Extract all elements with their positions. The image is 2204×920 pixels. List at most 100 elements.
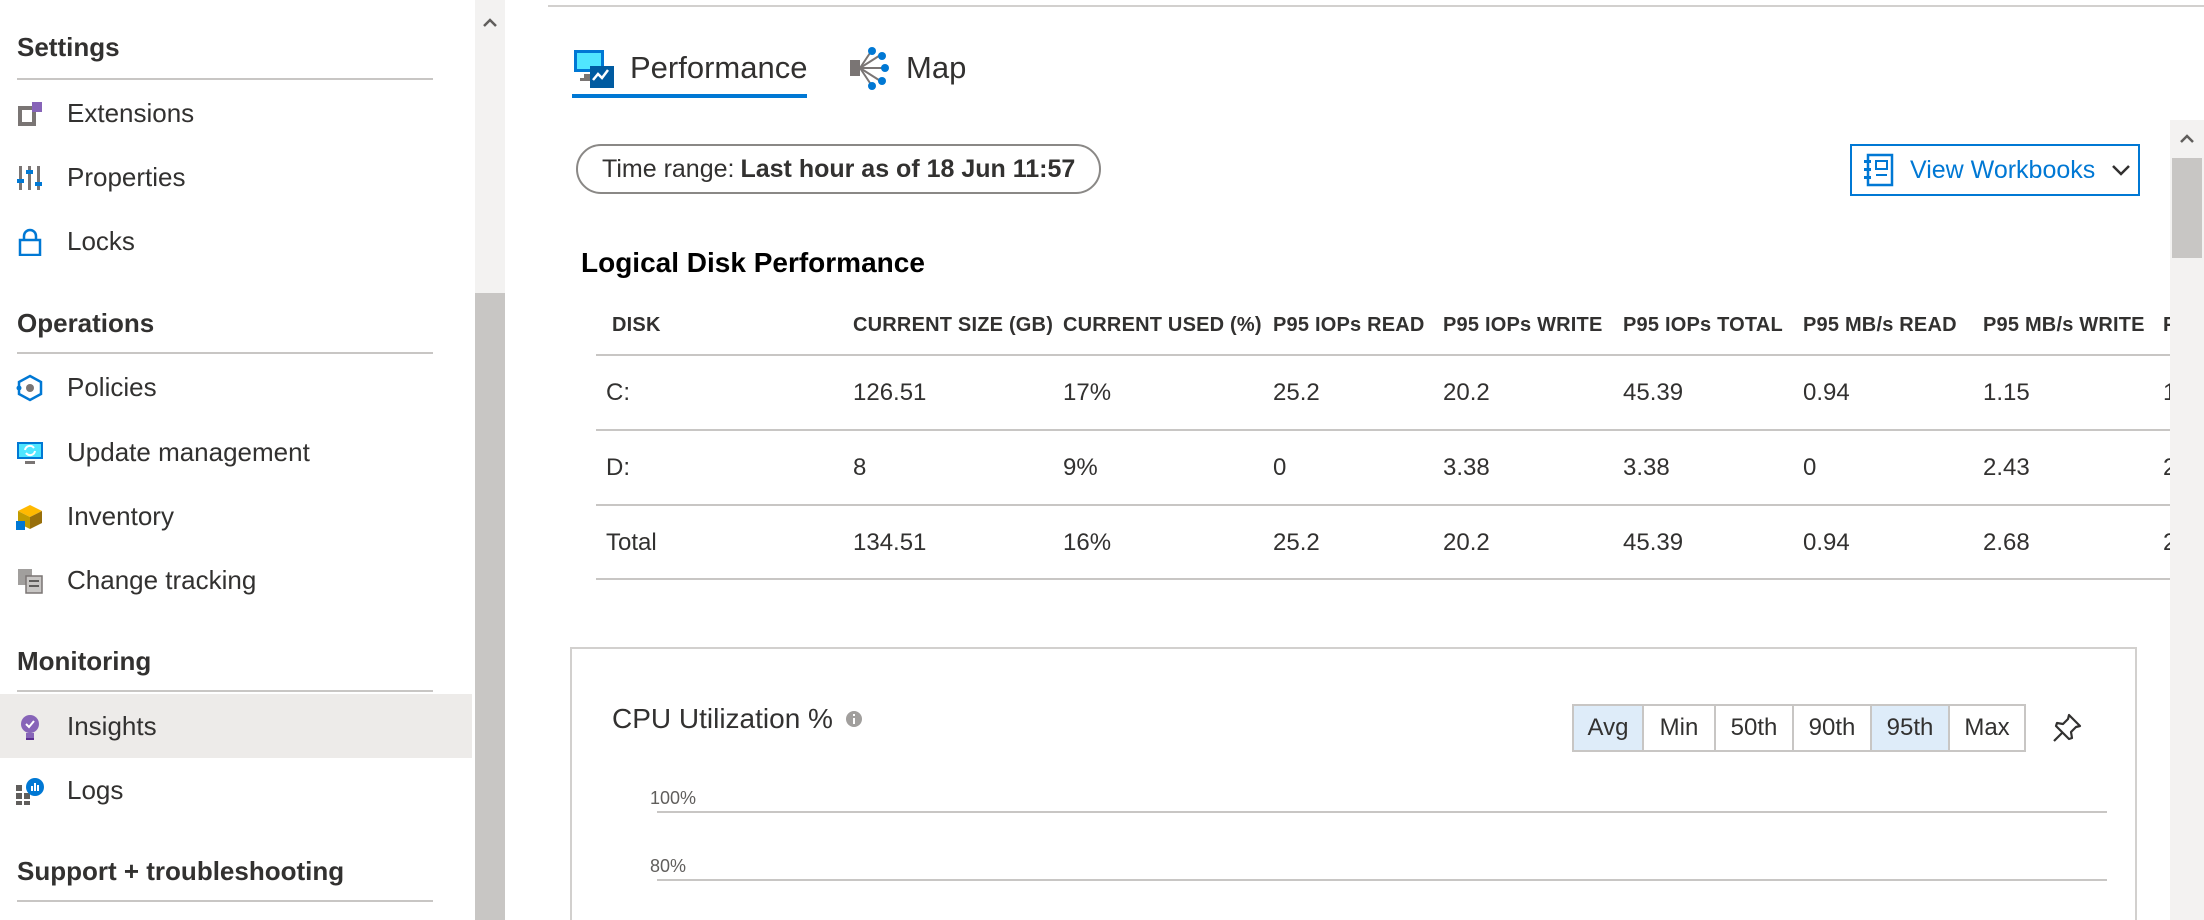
aggregation-selector: Avg Min 50th 90th 95th Max (1572, 704, 2026, 752)
table-cell: 0 (1273, 454, 1287, 481)
table-cell: 1 (2163, 379, 2170, 406)
lock-icon (18, 228, 42, 256)
cpu-title-text: CPU Utilization % (612, 703, 833, 734)
view-workbooks-button[interactable]: View Workbooks (1850, 144, 2140, 196)
section-header-support: Support + troubleshooting (17, 856, 345, 886)
column-header[interactable]: P95 MB/s WRITE (1983, 295, 2145, 355)
section-divider (17, 352, 433, 354)
column-header[interactable]: P95 IOPs WRITE (1443, 295, 1603, 355)
chart-gridline (657, 811, 2107, 813)
table-cell: 25.2 (1273, 379, 1320, 406)
table-header-row: DISK CURRENT SIZE (GB) CURRENT USED (%) … (596, 295, 2170, 355)
nav-label: Extensions (67, 97, 195, 128)
column-header[interactable]: P (2163, 295, 2170, 355)
pin-icon[interactable] (2050, 711, 2084, 745)
aggregation-min-button[interactable]: Min (1644, 706, 1716, 750)
cpu-utilization-card: CPU Utilization % Avg Min 50th 90th 95th… (570, 647, 2137, 920)
column-header[interactable]: P95 IOPs TOTAL (1623, 295, 1783, 355)
sidebar-scrollbar[interactable] (475, 0, 505, 920)
table-cell: 20.2 (1443, 379, 1490, 406)
table-cell: 3.38 (1623, 454, 1670, 481)
table-row[interactable]: D: 8 9% 0 3.38 3.38 0 2.43 2 (596, 431, 2170, 505)
logs-icon (16, 778, 44, 805)
column-header[interactable]: CURRENT SIZE (GB) (853, 295, 1053, 355)
nav-item-change-tracking[interactable]: Change tracking (0, 548, 472, 612)
table-cell: 16% (1063, 529, 1112, 556)
column-header[interactable]: P95 MB/s READ (1803, 295, 1957, 355)
inventory-icon (16, 505, 42, 530)
table-row[interactable]: Total 134.51 16% 25.2 20.2 45.39 0.94 2.… (596, 506, 2170, 580)
nav-label: Policies (67, 371, 157, 402)
table-row[interactable]: C: 126.51 17% 25.2 20.2 45.39 0.94 1.15 … (596, 356, 2170, 430)
nav-item-insights[interactable]: Insights (0, 694, 472, 758)
section-divider (17, 900, 433, 902)
section-divider (17, 690, 433, 692)
tab-map[interactable]: Map (848, 38, 966, 98)
section-header-monitoring: Monitoring (17, 646, 152, 676)
nav-item-policies[interactable]: Policies (0, 355, 472, 419)
map-icon (850, 47, 889, 90)
aggregation-90th-button[interactable]: 90th (1794, 706, 1872, 750)
table-cell: 45.39 (1623, 529, 1684, 556)
info-icon[interactable] (845, 710, 863, 728)
aggregation-95th-button[interactable]: 95th (1872, 706, 1950, 750)
nav-item-inventory[interactable]: Inventory (0, 484, 472, 548)
chevron-up-icon[interactable] (481, 14, 499, 32)
aggregation-max-button[interactable]: Max (1950, 706, 2024, 750)
disk-performance-table: DISK CURRENT SIZE (GB) CURRENT USED (%) … (596, 295, 2170, 580)
tab-active-underline (572, 94, 808, 98)
table-cell: 2.43 (1983, 454, 2030, 481)
tab-performance[interactable]: Performance (572, 38, 808, 98)
nav-label: Logs (67, 774, 124, 805)
nav-item-update-management[interactable]: Update management (0, 420, 472, 484)
nav-item-extensions[interactable]: Extensions (0, 81, 472, 145)
table-title: Logical Disk Performance (581, 247, 925, 278)
section-header-operations: Operations (17, 308, 155, 338)
table-cell: 25.2 (1273, 529, 1320, 556)
table-cell: 45.39 (1623, 379, 1684, 406)
table-cell: Total (606, 529, 657, 556)
table-cell: 3.38 (1443, 454, 1490, 481)
workbook-icon (1864, 153, 1894, 187)
nav-item-properties[interactable]: Properties (0, 145, 472, 209)
table-cell: 0 (1803, 454, 1817, 481)
time-range-label: Time range: (602, 154, 735, 183)
chevron-up-icon[interactable] (2178, 130, 2196, 148)
chart-gridline (657, 879, 2107, 881)
extensions-icon (18, 102, 42, 126)
table-cell: 8 (853, 454, 867, 481)
cpu-card-title: CPU Utilization % (612, 703, 863, 735)
column-header[interactable]: DISK (612, 295, 661, 355)
nav-label: Update management (67, 436, 310, 467)
table-cell: 1.15 (1983, 379, 2030, 406)
time-range-value: Last hour as of 18 Jun 11:57 (740, 154, 1076, 183)
column-header[interactable]: P95 IOPs READ (1273, 295, 1425, 355)
performance-icon (574, 50, 614, 88)
table-cell: 2 (2163, 529, 2170, 556)
view-workbooks-label: View Workbooks (1910, 155, 2096, 184)
nav-item-locks[interactable]: Locks (0, 209, 472, 273)
sidebar-scroll-thumb[interactable] (475, 293, 505, 920)
table-cell: 20.2 (1443, 529, 1490, 556)
main-scroll-thumb[interactable] (2172, 158, 2202, 258)
main-scrollbar[interactable] (2170, 120, 2204, 920)
nav-label: Locks (67, 225, 135, 256)
time-range-picker[interactable]: Time range: Last hour as of 18 Jun 11:57 (576, 144, 1102, 194)
section-header-settings: Settings (17, 32, 120, 62)
table-cell: 0.94 (1803, 379, 1850, 406)
aggregation-50th-button[interactable]: 50th (1716, 706, 1794, 750)
nav-label: Insights (67, 710, 157, 741)
section-divider (17, 78, 433, 80)
table-cell: 126.51 (853, 379, 927, 406)
nav-item-logs[interactable]: Logs (0, 758, 472, 822)
top-divider (548, 5, 2204, 7)
y-axis-tick-label: 80% (650, 856, 687, 876)
nav-label: Properties (67, 161, 186, 192)
column-header[interactable]: CURRENT USED (%) (1063, 295, 1262, 355)
policies-icon (16, 374, 43, 402)
chevron-down-icon (2112, 165, 2131, 176)
change-tracking-icon (18, 569, 43, 594)
update-management-icon (17, 442, 43, 464)
aggregation-avg-button[interactable]: Avg (1574, 706, 1644, 750)
tab-label: Map (906, 50, 967, 85)
